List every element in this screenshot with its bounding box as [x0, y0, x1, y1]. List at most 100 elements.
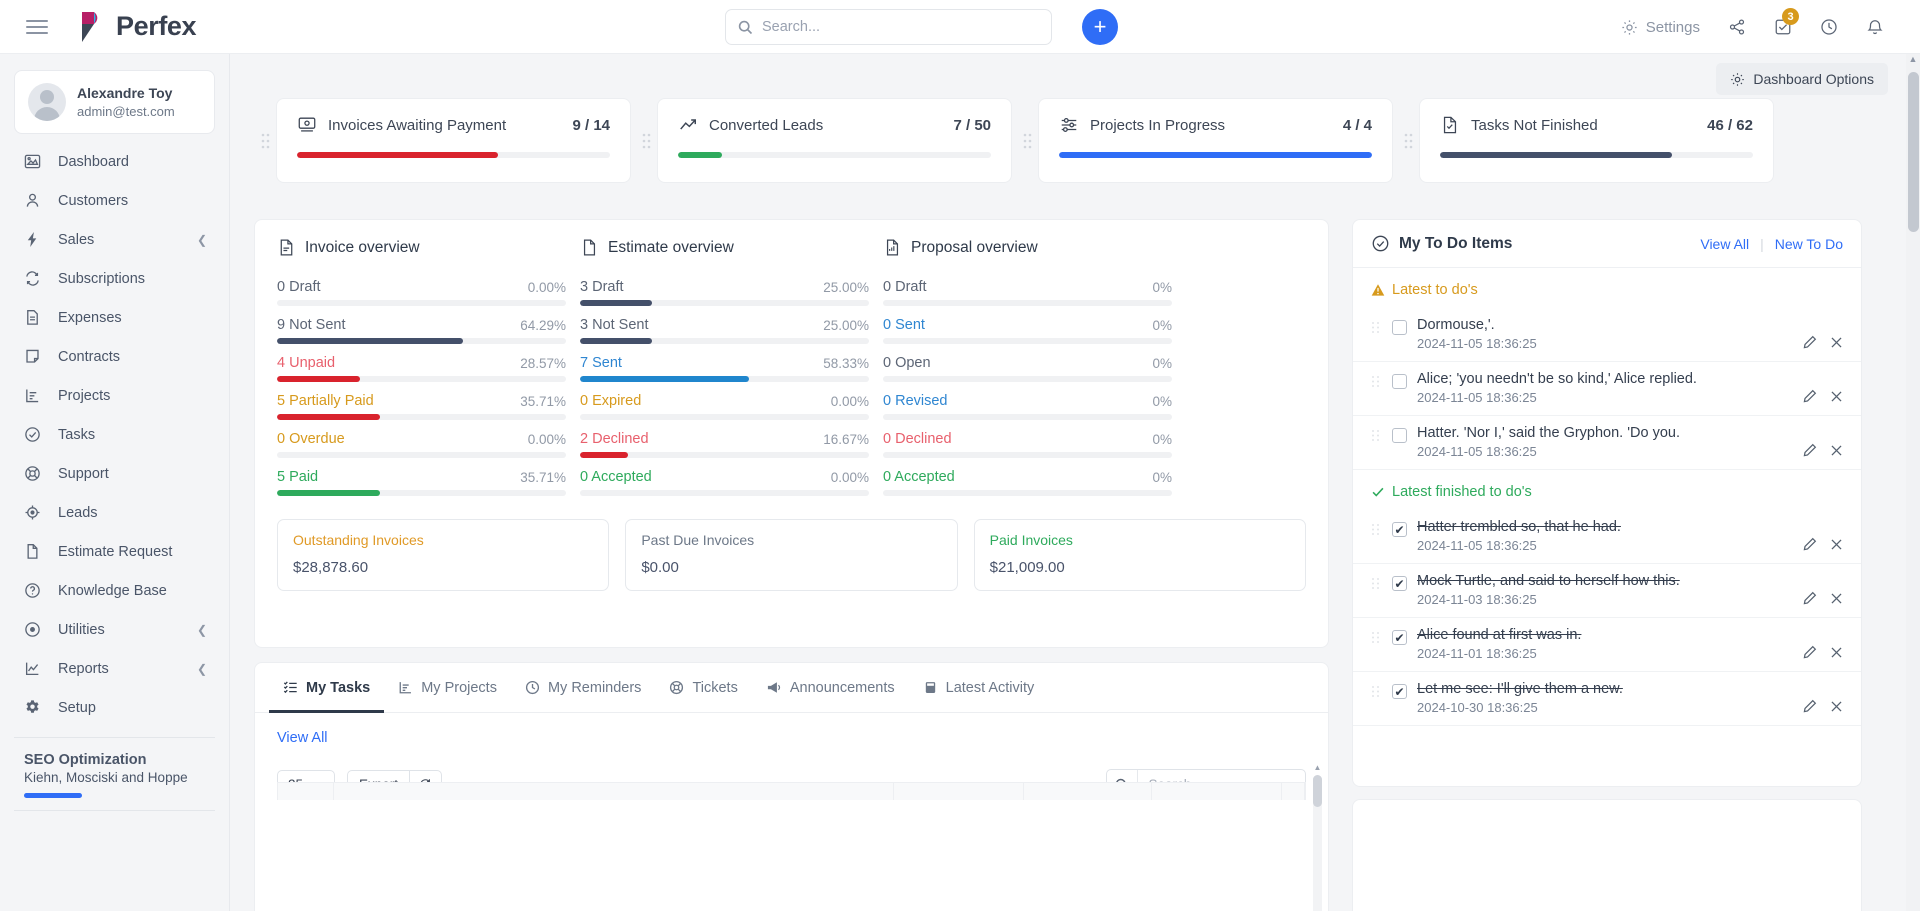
- sidebar-item-knowledge-base[interactable]: Knowledge Base: [0, 571, 229, 610]
- todo-checkbox[interactable]: [1392, 576, 1407, 591]
- sidebar-item-tasks[interactable]: Tasks: [0, 415, 229, 454]
- todo-list-item[interactable]: Mock Turtle, and said to herself how thi…: [1353, 564, 1861, 618]
- dashboard-options-button[interactable]: Dashboard Options: [1716, 63, 1888, 95]
- progress-fill: [1440, 152, 1672, 158]
- close-icon[interactable]: [1830, 444, 1843, 457]
- stat-card-projects-in-progress[interactable]: Projects In Progress 4 / 4: [1038, 98, 1393, 183]
- stat-card-tasks-not-finished[interactable]: Tasks Not Finished 46 / 62: [1419, 98, 1774, 183]
- sidebar-item-estimate-request[interactable]: Estimate Request: [0, 532, 229, 571]
- brand-logo[interactable]: Perfex: [80, 11, 196, 42]
- sidebar-item-utilities[interactable]: Utilities ❮: [0, 610, 229, 649]
- global-search[interactable]: [725, 9, 1052, 45]
- edit-icon[interactable]: [1803, 591, 1817, 605]
- hamburger-icon[interactable]: [26, 16, 48, 38]
- edit-icon[interactable]: [1803, 645, 1817, 659]
- edit-icon[interactable]: [1803, 443, 1817, 457]
- search-input[interactable]: [762, 19, 1039, 35]
- edit-icon[interactable]: [1803, 537, 1817, 551]
- todo-list-item[interactable]: Hatter trembled so, that he had. 2024-11…: [1353, 510, 1861, 564]
- settings-button[interactable]: Settings: [1607, 0, 1714, 54]
- sidebar-item-dashboard[interactable]: Dashboard: [0, 142, 229, 181]
- edit-icon[interactable]: [1803, 699, 1817, 713]
- scroll-up-arrow[interactable]: ▲: [1313, 763, 1322, 772]
- todo-view-all-link[interactable]: View All: [1700, 236, 1749, 252]
- sliders-icon: [1059, 115, 1079, 135]
- drag-handle[interactable]: [1397, 98, 1419, 183]
- overview-row-label: 0 Revised: [883, 393, 947, 409]
- timer-button[interactable]: [1806, 0, 1852, 54]
- total-card-outstanding-invoices[interactable]: Outstanding Invoices $28,878.60: [277, 519, 609, 591]
- todo-checkbox[interactable]: [1392, 684, 1407, 699]
- todo-checkbox[interactable]: [1392, 428, 1407, 443]
- drag-handle[interactable]: [254, 98, 276, 183]
- stat-card-invoices-awaiting-payment[interactable]: Invoices Awaiting Payment 9 / 14: [276, 98, 631, 183]
- todo-text: Mock Turtle, and said to herself how thi…: [1417, 573, 1803, 589]
- stat-card-converted-leads[interactable]: Converted Leads 7 / 50: [657, 98, 1012, 183]
- todo-text: Hatter trembled so, that he had.: [1417, 519, 1803, 535]
- total-card-paid-invoices[interactable]: Paid Invoices $21,009.00: [974, 519, 1306, 591]
- overview-row-bar: [580, 452, 628, 458]
- sidebar-item-projects[interactable]: Projects: [0, 376, 229, 415]
- todo-list-item[interactable]: Hatter. 'Nor I,' said the Gryphon. 'Do y…: [1353, 416, 1861, 470]
- close-icon[interactable]: [1830, 646, 1843, 659]
- todo-checkbox[interactable]: [1392, 630, 1407, 645]
- sidebar-item-support[interactable]: Support: [0, 454, 229, 493]
- todo-checkbox[interactable]: [1392, 374, 1407, 389]
- inner-scrollbar[interactable]: [1313, 775, 1322, 911]
- scroll-up-arrow[interactable]: ▲: [1908, 54, 1918, 64]
- drag-handle[interactable]: [635, 98, 657, 183]
- tab-my-projects[interactable]: My Projects: [384, 663, 511, 713]
- scrollbar-thumb[interactable]: [1908, 72, 1919, 232]
- sidebar-item-customers[interactable]: Customers: [0, 181, 229, 220]
- notifications-button[interactable]: [1852, 0, 1898, 54]
- todo-checkbox[interactable]: [1392, 522, 1407, 537]
- drag-handle[interactable]: [1371, 685, 1383, 715]
- sidebar-divider: [14, 737, 215, 738]
- sidebar-item-sales[interactable]: Sales ❮: [0, 220, 229, 259]
- close-icon[interactable]: [1830, 390, 1843, 403]
- edit-icon[interactable]: [1803, 389, 1817, 403]
- progress-fill: [297, 152, 498, 158]
- scrollbar-thumb[interactable]: [1313, 775, 1322, 807]
- todo-list-item[interactable]: Dormouse,'. 2024-11-05 18:36:25: [1353, 308, 1861, 362]
- sidebar-item-label: Setup: [58, 700, 96, 716]
- tab-announcements[interactable]: Announcements: [752, 663, 909, 713]
- total-card-past-due-invoices[interactable]: Past Due Invoices $0.00: [625, 519, 957, 591]
- tab-my-reminders[interactable]: My Reminders: [511, 663, 655, 713]
- close-icon[interactable]: [1830, 336, 1843, 349]
- close-icon[interactable]: [1830, 700, 1843, 713]
- share-button[interactable]: [1714, 0, 1760, 54]
- edit-icon[interactable]: [1803, 335, 1817, 349]
- drag-handle[interactable]: [1371, 631, 1383, 661]
- user-profile-card[interactable]: Alexandre Toy admin@test.com: [14, 70, 215, 134]
- todo-list-item[interactable]: Alice; 'you needn't be so kind,' Alice r…: [1353, 362, 1861, 416]
- quick-add-button[interactable]: +: [1082, 9, 1118, 45]
- tasks-view-all-link[interactable]: View All: [277, 730, 328, 746]
- sidebar-item-reports[interactable]: Reports ❮: [0, 649, 229, 688]
- drag-handle[interactable]: [1371, 321, 1383, 351]
- close-icon[interactable]: [1830, 538, 1843, 551]
- tab-my-tasks[interactable]: My Tasks: [269, 663, 384, 713]
- drag-handle[interactable]: [1371, 375, 1383, 405]
- sidebar-item-expenses[interactable]: Expenses: [0, 298, 229, 337]
- tab-tickets[interactable]: Tickets: [655, 663, 751, 713]
- sidebar-item-leads[interactable]: Leads: [0, 493, 229, 532]
- drag-handle[interactable]: [1371, 523, 1383, 553]
- todo-button[interactable]: 3: [1760, 0, 1806, 54]
- sidebar-project-widget[interactable]: SEO Optimization Kiehn, Mosciski and Hop…: [0, 748, 229, 798]
- avatar: [28, 83, 66, 121]
- todo-new-link[interactable]: New To Do: [1775, 236, 1843, 252]
- sidebar-item-contracts[interactable]: Contracts: [0, 337, 229, 376]
- drag-handle[interactable]: [1371, 577, 1383, 607]
- sidebar-item-setup[interactable]: Setup: [0, 688, 229, 727]
- sidebar-item-subscriptions[interactable]: Subscriptions: [0, 259, 229, 298]
- page-scrollbar[interactable]: ▲: [1906, 54, 1920, 911]
- drag-handle[interactable]: [1371, 429, 1383, 459]
- tab-latest-activity[interactable]: Latest Activity: [909, 663, 1049, 713]
- drag-handle[interactable]: [1016, 98, 1038, 183]
- todo-list-item[interactable]: Alice found at first was in. 2024-11-01 …: [1353, 618, 1861, 672]
- overview-row-label: 0 Expired: [580, 393, 641, 409]
- close-icon[interactable]: [1830, 592, 1843, 605]
- todo-checkbox[interactable]: [1392, 320, 1407, 335]
- todo-list-item[interactable]: Let me see: I'll give them a new. 2024-1…: [1353, 672, 1861, 726]
